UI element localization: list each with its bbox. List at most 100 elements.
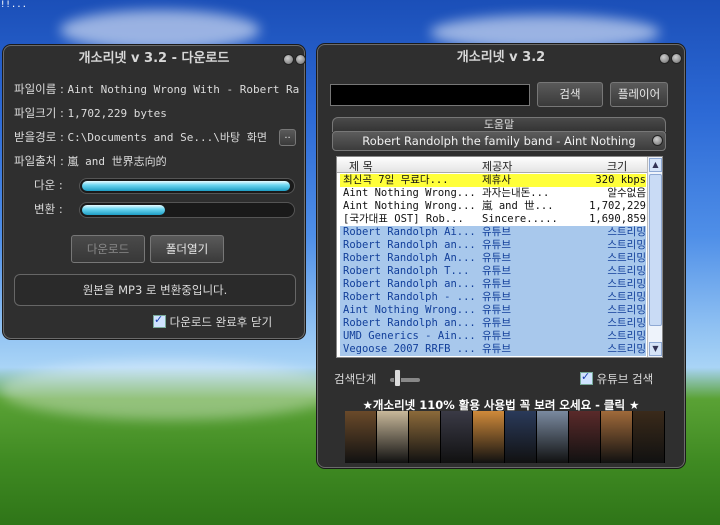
- row-provider: 과자는내돈...: [482, 187, 550, 199]
- main-window: 개소리넷 v 3.2 검색 플레이어 도움말 Robert Randolph t…: [317, 44, 685, 468]
- table-row[interactable]: Robert Randolph An... 유튜브 스트리밍: [340, 252, 646, 265]
- checkbox-checked-icon[interactable]: [153, 313, 166, 328]
- banner-close-icon[interactable]: [652, 135, 663, 146]
- table-row[interactable]: Aint Nothing Wrong... 과자는내돈... 알수없음: [340, 187, 646, 200]
- file-source-value: 嵐 and 世界志向的: [67, 155, 167, 168]
- row-size: 스트리밍: [607, 291, 646, 303]
- row-provider: Sincere.....: [482, 213, 558, 225]
- column-size[interactable]: 크기: [607, 158, 627, 174]
- list-header: 제 목 제공자 크기: [337, 157, 647, 173]
- video-thumbnail[interactable]: [601, 411, 633, 463]
- row-provider: 유튜브: [482, 291, 511, 303]
- table-row[interactable]: Robert Randolph an... 유튜브 스트리밍: [340, 239, 646, 252]
- main-window-title: 개소리넷 v 3.2: [456, 50, 546, 65]
- table-row[interactable]: Robert Randolph Ai... 유튜브 스트리밍: [340, 226, 646, 239]
- row-provider: 유튜브: [482, 330, 511, 342]
- row-provider: 유튜브: [482, 265, 511, 277]
- file-name-row: 파일이름 : Aint Nothing Wrong With - Robert …: [14, 81, 299, 97]
- row-size: 스트리밍: [607, 317, 646, 329]
- row-size: 스트리밍: [607, 278, 646, 290]
- video-thumbnail[interactable]: [377, 411, 409, 463]
- row-title: Robert Randolph an...: [343, 239, 476, 251]
- video-thumbnail[interactable]: [633, 411, 665, 463]
- minimize-icon[interactable]: [283, 54, 294, 65]
- row-provider: 유튜브: [482, 343, 511, 355]
- table-row[interactable]: Robert Randolph an... 유튜브 스트리밍: [340, 317, 646, 330]
- table-row[interactable]: Aint Nothing Wrong... 嵐 and 世... 1,702,229: [340, 200, 646, 213]
- file-source-row: 파일출처 : 嵐 and 世界志向的: [14, 153, 167, 169]
- cloud: [60, 10, 260, 50]
- convert-progress-bar: [79, 202, 295, 218]
- scroll-up-icon[interactable]: ▲: [649, 158, 662, 172]
- browse-path-button[interactable]: ..: [279, 129, 296, 146]
- file-size-row: 파일크기 : 1,702,229 bytes: [14, 105, 167, 121]
- row-title: Aint Nothing Wrong...: [343, 187, 476, 199]
- table-row[interactable]: [국가대표 OST] Rob... Sincere..... 1,690,859: [340, 213, 646, 226]
- table-row[interactable]: Robert Randolph an... 유튜브 스트리밍: [340, 278, 646, 291]
- row-size: 알수없음: [607, 187, 646, 199]
- row-size: 스트리밍: [607, 304, 646, 316]
- list-scrollbar[interactable]: ▲ ▼: [647, 157, 662, 357]
- video-thumbnail[interactable]: [345, 411, 377, 463]
- row-title: UMD Generics - Ain...: [343, 330, 476, 342]
- row-size: 스트리밍: [607, 252, 646, 264]
- file-source-label: 파일출처 :: [14, 154, 64, 168]
- file-size-label: 파일크기 :: [14, 106, 64, 120]
- search-depth-slider-knob[interactable]: [394, 369, 401, 387]
- save-path-row: 받을경로 : C:\Documents and Se...\바탕 화면: [14, 129, 267, 145]
- video-thumbnail[interactable]: [473, 411, 505, 463]
- thumbnail-strip[interactable]: [345, 411, 665, 463]
- table-row[interactable]: 최신곡 7일 무료다... 제휴사 320 kbps: [340, 174, 646, 187]
- convert-progress-fill: [82, 205, 165, 215]
- row-title: Robert Randolph an...: [343, 278, 476, 290]
- download-button[interactable]: 다운로드: [71, 235, 145, 263]
- status-message: 원본을 MP3 로 변환중입니다.: [14, 274, 296, 306]
- close-icon[interactable]: [295, 54, 306, 65]
- row-provider: 유튜브: [482, 317, 511, 329]
- minimize-icon[interactable]: [659, 53, 670, 64]
- row-size: 1,690,859: [589, 213, 646, 225]
- convert-progress-label: 변환 :: [34, 202, 63, 216]
- player-button[interactable]: 플레이어: [610, 82, 668, 107]
- row-provider: 유튜브: [482, 239, 511, 251]
- row-size: 스트리밍: [607, 226, 646, 238]
- cloud: [0, 360, 340, 420]
- save-path-label: 받을경로 :: [14, 130, 64, 144]
- now-playing-title: Robert Randolph the family band - Aint N…: [332, 131, 666, 151]
- row-provider: 유튜브: [482, 252, 511, 264]
- scroll-thumb[interactable]: [649, 174, 662, 326]
- video-thumbnail[interactable]: [537, 411, 569, 463]
- column-provider[interactable]: 제공자: [482, 158, 512, 174]
- table-row[interactable]: Vegoose 2007 RRFB ... 유튜브 스트리밍: [340, 343, 646, 356]
- file-name-label: 파일이름 :: [14, 82, 64, 96]
- youtube-search-option[interactable]: 유튜브 검색: [580, 370, 654, 387]
- youtube-search-label: 유튜브 검색: [596, 372, 654, 386]
- checkbox-checked-icon[interactable]: [580, 370, 593, 385]
- row-title: Robert Randolph An...: [343, 252, 476, 264]
- table-row[interactable]: Robert Randolph T... 유튜브 스트리밍: [340, 265, 646, 278]
- row-provider: 嵐 and 世...: [482, 200, 554, 212]
- desktop-corner-text: !!...: [0, 0, 28, 10]
- row-provider: 유튜브: [482, 278, 511, 290]
- table-row[interactable]: Robert Randolph - ... 유튜브 스트리밍: [340, 291, 646, 304]
- results-list[interactable]: 제 목 제공자 크기 최신곡 7일 무료다... 제휴사 320 kbps Aint …: [336, 156, 663, 358]
- row-size: 스트리밍: [607, 343, 646, 355]
- download-window: 개소리넷 v 3.2 - 다운로드 파일이름 : Aint Nothing Wr…: [3, 45, 306, 339]
- table-row[interactable]: Aint Nothing Wrong... 유튜브 스트리밍: [340, 304, 646, 317]
- table-row[interactable]: UMD Generics - Ain... 유튜브 스트리밍: [340, 330, 646, 343]
- row-title: Robert Randolph T...: [343, 265, 470, 277]
- scroll-down-icon[interactable]: ▼: [649, 342, 662, 356]
- search-button[interactable]: 검색: [537, 82, 603, 107]
- open-folder-button[interactable]: 폴더열기: [150, 235, 224, 263]
- column-title[interactable]: 제 목: [349, 158, 373, 174]
- search-input[interactable]: [330, 84, 530, 106]
- download-progress-fill: [82, 181, 290, 191]
- download-window-title: 개소리넷 v 3.2 - 다운로드: [78, 51, 230, 66]
- video-thumbnail[interactable]: [569, 411, 601, 463]
- close-after-download-option[interactable]: 다운로드 완료후 닫기: [153, 313, 272, 330]
- close-icon[interactable]: [671, 53, 682, 64]
- video-thumbnail[interactable]: [505, 411, 537, 463]
- video-thumbnail[interactable]: [409, 411, 441, 463]
- video-thumbnail[interactable]: [441, 411, 473, 463]
- tab-help[interactable]: 도움말: [332, 117, 666, 132]
